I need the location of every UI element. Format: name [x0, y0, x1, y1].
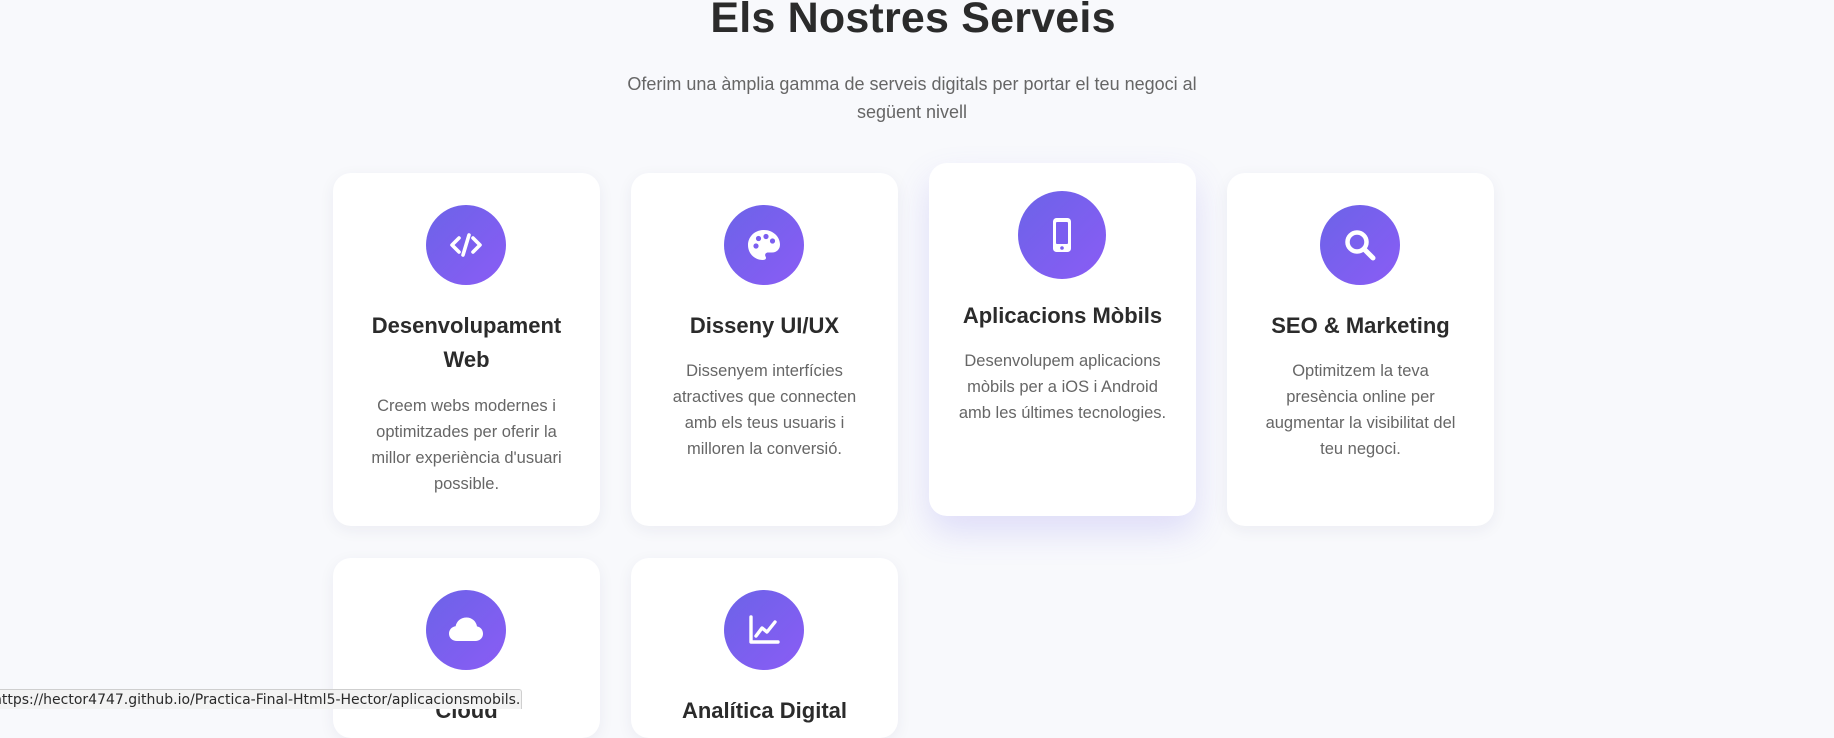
link-preview-status-bar: https://hector4747.github.io/Practica-Fi… — [0, 689, 522, 709]
service-card-digital-analytics[interactable]: Analítica Digital — [631, 558, 898, 738]
service-title: SEO & Marketing — [1271, 313, 1450, 338]
section-title: Els Nostres Serveis — [710, 0, 1116, 42]
service-title: Desenvolupament Web — [371, 313, 562, 372]
service-title: Disseny UI/UX — [689, 313, 840, 338]
service-card-seo-marketing[interactable]: SEO & Marketing Optimitzem la teva presè… — [1227, 173, 1494, 526]
service-card-cloud[interactable]: Cloud — [333, 558, 600, 738]
section-subtitle: Oferim una àmplia gamma de serveis digit… — [627, 74, 1197, 122]
service-description: Dissenyem interfícies atractives que con… — [672, 362, 857, 458]
service-description: Desenvolupem aplicacions mòbils per a iO… — [958, 352, 1167, 422]
status-url: https://hector4747.github.io/Practica-Fi… — [0, 692, 522, 708]
service-title: Aplicacions Mòbils — [962, 303, 1163, 328]
service-title: Analítica Digital — [681, 698, 848, 723]
service-card-ui-ux[interactable]: Disseny UI/UX Dissenyem interfícies atra… — [631, 173, 898, 526]
service-description: Optimitzem la teva presència online per … — [1265, 362, 1456, 458]
service-description: Creem webs modernes i optimitzades per o… — [371, 397, 562, 493]
chart-line-icon — [724, 590, 804, 670]
palette-icon — [724, 205, 804, 285]
cloud-icon — [426, 590, 506, 670]
code-icon — [426, 205, 506, 285]
service-card-mobile-apps[interactable]: Aplicacions Mòbils Desenvolupem aplicaci… — [929, 163, 1196, 516]
mobile-icon — [1018, 191, 1106, 279]
search-icon — [1320, 205, 1400, 285]
service-card-web-development[interactable]: Desenvolupament Web Creem webs modernes … — [333, 173, 600, 526]
